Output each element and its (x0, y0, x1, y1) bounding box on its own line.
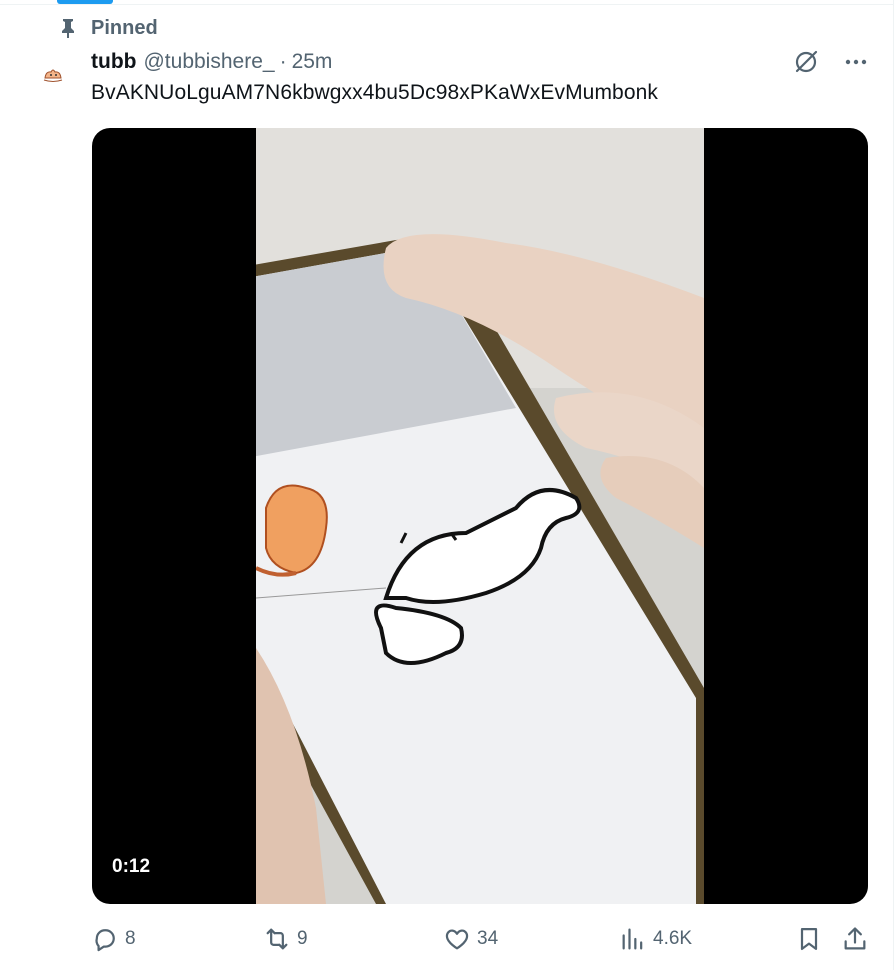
pinned-indicator: Pinned (60, 15, 158, 41)
share-button[interactable] (841, 920, 875, 958)
repost-button[interactable]: 9 (263, 920, 308, 958)
separator-dot: · (279, 50, 287, 73)
analytics-icon (622, 928, 643, 950)
view-count: 4.6K (653, 928, 693, 949)
like-button[interactable]: 34 (443, 920, 498, 958)
like-count: 34 (477, 928, 499, 949)
pinned-label: Pinned (91, 16, 158, 39)
bookmark-button[interactable] (795, 920, 829, 958)
grok-button[interactable] (792, 48, 820, 76)
video-thumbnail (256, 128, 704, 904)
heart-icon (445, 929, 469, 950)
tweet-header: tubb @tubbishere_ · 25m (91, 47, 332, 77)
bookmark-icon (800, 927, 818, 951)
video-player[interactable]: 0:12 (92, 128, 868, 904)
share-icon (844, 927, 866, 950)
reply-icon (95, 929, 115, 952)
reply-button[interactable]: 8 (91, 920, 136, 958)
reply-count: 8 (125, 928, 136, 949)
video-duration: 0:12 (112, 856, 151, 877)
grok-icon (795, 50, 818, 73)
more-button[interactable] (842, 48, 870, 76)
header-actions (792, 48, 870, 76)
timestamp[interactable]: 25m (292, 50, 333, 74)
repost-count: 9 (297, 928, 308, 949)
more-icon (845, 59, 867, 65)
video-frame[interactable] (256, 128, 704, 904)
avatar[interactable] (40, 62, 66, 88)
views-button[interactable]: 4.6K (619, 920, 692, 958)
divider (0, 4, 894, 5)
tweet-actions: 8 9 34 4.6K (91, 920, 871, 958)
user-handle[interactable]: @tubbishere_ (143, 50, 274, 74)
tweet-text: BvAKNUoLguAM7N6kbwgxx4bu5Dc98xPKaWxEvMum… (91, 81, 658, 104)
display-name[interactable]: tubb (91, 50, 136, 74)
repost-icon (266, 928, 288, 950)
pin-icon (62, 19, 74, 38)
